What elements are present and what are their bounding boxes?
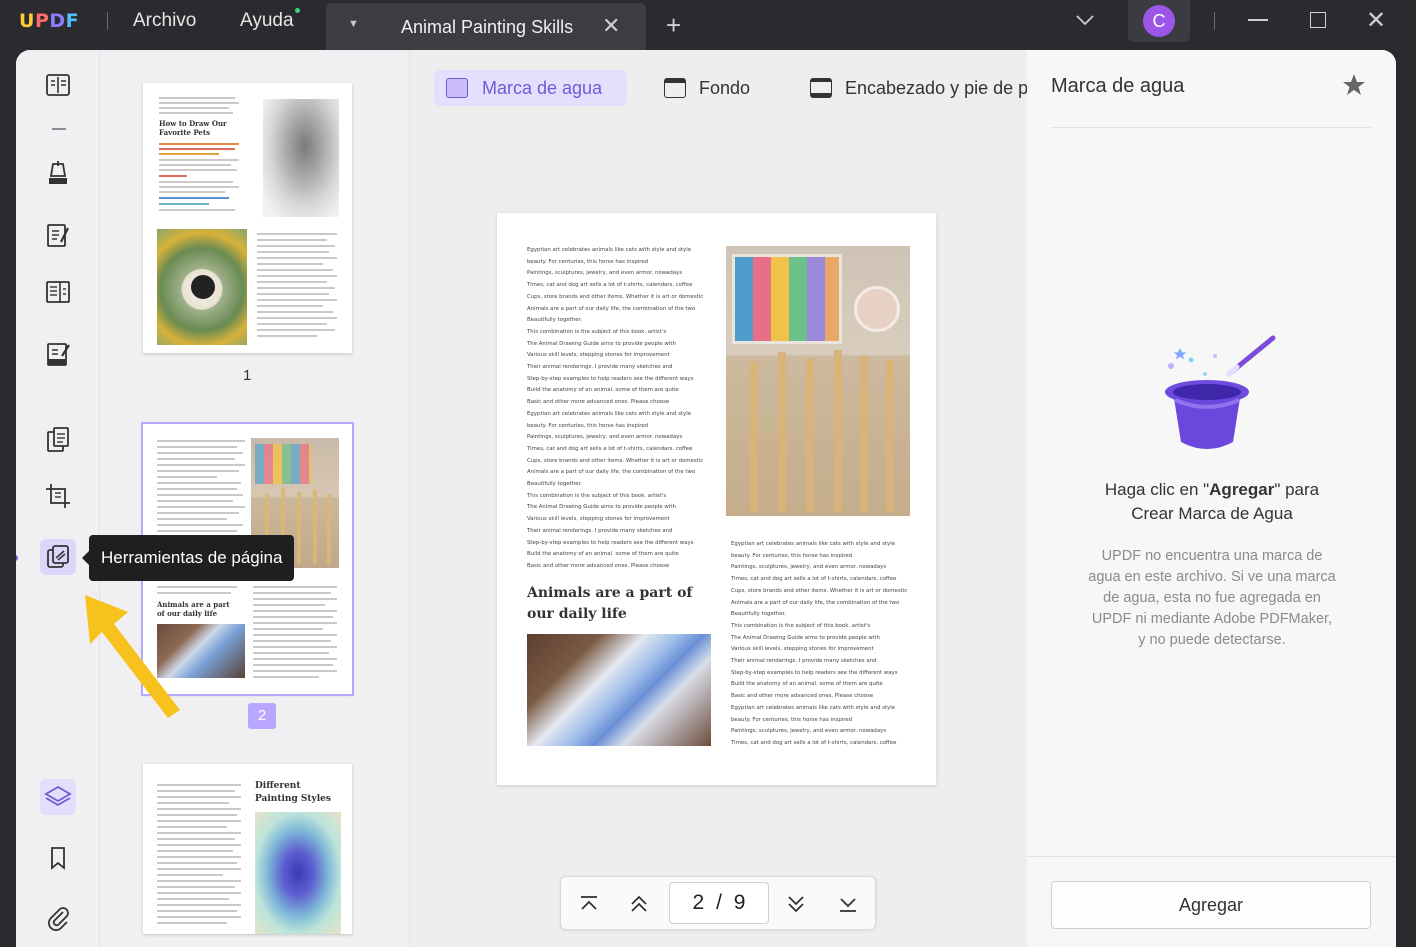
toolbar-divider: [52, 128, 66, 130]
watercolor-image: [255, 812, 341, 934]
page-tools-icon: [47, 545, 69, 568]
tab-close-icon[interactable]: ✕: [602, 13, 620, 39]
menu-ayuda[interactable]: Ayuda: [240, 10, 294, 32]
new-tab-icon[interactable]: +: [666, 12, 681, 38]
last-page-icon[interactable]: [834, 890, 862, 918]
thumbnail-page-1[interactable]: How to Draw Our Favorite Pets: [143, 83, 352, 353]
notification-dot: [295, 8, 300, 13]
document-viewer: Marca de agua Fondo Encabezado y pie de …: [410, 50, 1028, 947]
thumbnail-page-3[interactable]: Different Painting Styles: [143, 764, 352, 934]
thumbnail-panel: How to Draw Our Favorite Pets 1 Animals …: [100, 50, 410, 947]
avatar[interactable]: C: [1143, 5, 1175, 37]
form-icon: [47, 343, 70, 366]
first-page-icon[interactable]: [575, 890, 603, 918]
magic-hat-icon: [1165, 335, 1276, 449]
add-watermark-message: Haga clic en "Agregar" para Crear Marca …: [1104, 480, 1320, 523]
thumbnail-page-number-selected: 2: [248, 703, 276, 729]
panel-divider: [1051, 127, 1371, 128]
thumbnail-title: How to Draw Our Favorite Pets: [159, 119, 227, 137]
thumbnail-page-number: 1: [243, 367, 252, 384]
edit-icon: [47, 224, 69, 247]
bookmark-icon: [51, 847, 65, 870]
convert-tool[interactable]: [40, 422, 76, 458]
panel-footer-divider: [1027, 856, 1396, 857]
updf-logo[interactable]: UPDF: [19, 10, 79, 32]
background-icon: [664, 78, 686, 98]
page-heading: Animals are a part of our daily life: [527, 585, 693, 622]
attachment-icon: [48, 907, 69, 931]
reader-tool[interactable]: [40, 68, 76, 104]
page-paragraph-2: Egyptian art celebrates animals like cat…: [731, 541, 908, 746]
crop-icon: [46, 484, 70, 508]
watermark-icon: [446, 78, 468, 98]
maximize-icon[interactable]: [1310, 12, 1326, 28]
edit-tool[interactable]: [40, 217, 76, 253]
minimize-icon[interactable]: [1248, 19, 1268, 21]
title-bar: UPDF Archivo Ayuda ▼ Animal Painting Ski…: [0, 0, 1416, 50]
page-separator: /: [716, 891, 722, 914]
previous-page-icon[interactable]: [625, 890, 653, 918]
watermark-panel: Marca de agua Haga clic en "Agregar" par…: [1027, 50, 1396, 947]
comment-tool[interactable]: [40, 155, 76, 191]
no-watermark-description: UPDF no encuentra una marca de agua en e…: [1088, 548, 1336, 648]
tab-encabezado-pie[interactable]: Encabezado y pie de p: [798, 70, 1028, 106]
layers-icon: [44, 785, 72, 807]
menu-archivo[interactable]: Archivo: [133, 10, 196, 32]
active-indicator: [16, 555, 18, 561]
page-number-input[interactable]: 2 / 9: [669, 882, 769, 924]
page-tools-button[interactable]: [40, 539, 76, 575]
total-pages: 9: [733, 891, 746, 914]
account-area[interactable]: C: [1128, 0, 1190, 42]
left-toolbar: [16, 50, 100, 947]
app-body: How to Draw Our Favorite Pets 1 Animals …: [16, 50, 1396, 947]
document-page: Egyptian art celebrates animals like cat…: [497, 213, 936, 785]
yellow-arrow-icon: [85, 595, 180, 718]
document-tab[interactable]: ▼ Animal Painting Skills ✕: [326, 3, 646, 50]
window-controls-divider: [1214, 12, 1215, 30]
thumbnail-heading-3: Different Painting Styles: [255, 781, 331, 804]
layers-tool[interactable]: [40, 779, 76, 815]
tab-dropdown-icon[interactable]: ▼: [348, 18, 359, 30]
panel-title: Marca de agua: [1051, 75, 1185, 97]
tab-marca-de-agua[interactable]: Marca de agua: [434, 70, 627, 106]
organize-icon: [46, 281, 70, 303]
dog-sketch-image: [263, 99, 339, 217]
current-page: 2: [692, 891, 705, 914]
reader-icon: [46, 74, 70, 96]
titlebar-divider: [107, 12, 108, 30]
tab-encabezado-pie-label: Encabezado y pie de p: [845, 78, 1028, 98]
page-navigator: 2 / 9: [560, 876, 876, 930]
convert-icon: [47, 427, 69, 452]
tab-marca-de-agua-label: Marca de agua: [482, 78, 603, 98]
header-footer-icon: [810, 78, 832, 98]
add-watermark-button[interactable]: Agregar: [1051, 881, 1371, 929]
next-page-icon[interactable]: [782, 890, 810, 918]
tab-title: Animal Painting Skills: [401, 17, 574, 37]
tab-fondo-label: Fondo: [699, 78, 751, 98]
star-icon[interactable]: [1341, 72, 1367, 98]
close-window-icon[interactable]: ✕: [1366, 6, 1386, 35]
bookmark-tool[interactable]: [40, 840, 76, 876]
paint-brushes-image: [726, 246, 910, 516]
tab-fondo[interactable]: Fondo: [652, 70, 772, 106]
organize-tool[interactable]: [40, 274, 76, 310]
comment-icon: [49, 161, 67, 184]
page-tools-tooltip: Herramientas de página: [81, 535, 295, 581]
attachment-tool[interactable]: [40, 900, 76, 936]
chevron-down-icon[interactable]: [1074, 12, 1096, 28]
dog-embroidery-image: [157, 229, 247, 345]
crop-tool[interactable]: [40, 478, 76, 514]
form-tool[interactable]: [40, 336, 76, 372]
butterfly-art-image: [527, 634, 711, 746]
page-paragraph-1: Egyptian art celebrates animals like cat…: [527, 247, 704, 569]
